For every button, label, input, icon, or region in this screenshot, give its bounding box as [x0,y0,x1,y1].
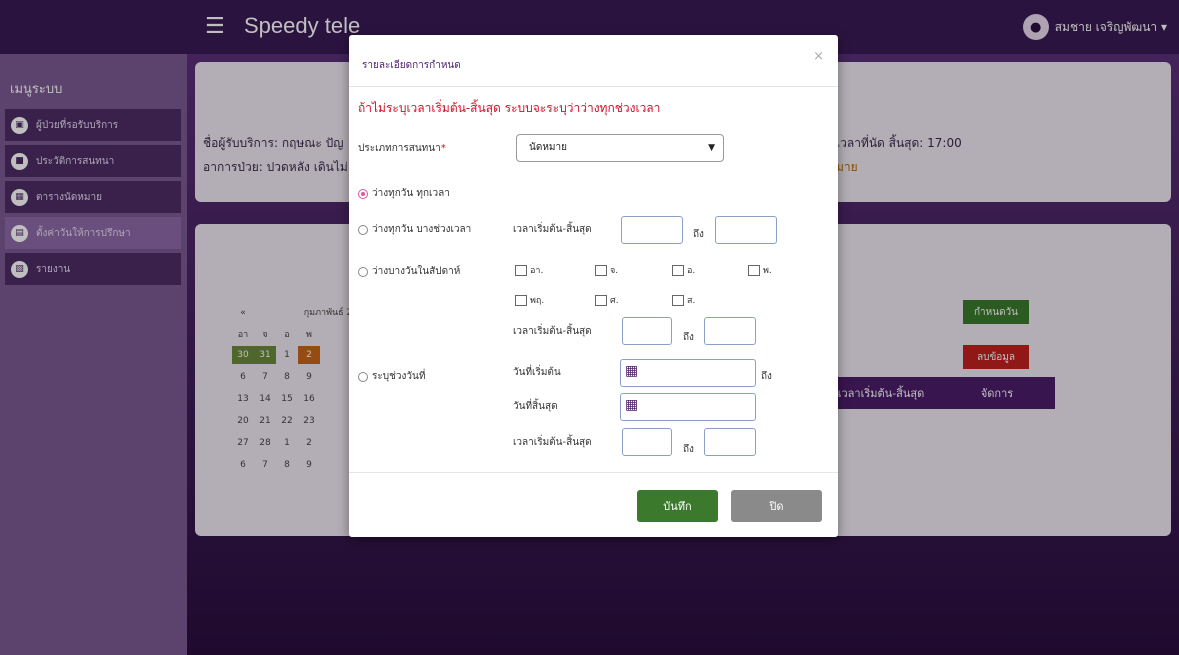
modal-title: รายละเอียดการกำหนด [362,60,461,71]
radio-label: ระบุช่วงวันที่ [372,371,426,382]
time-range-label: เวลาเริ่มต้น-สิ้นสุด [513,437,592,448]
checkbox [748,264,760,276]
checkbox [595,264,607,276]
consult-type-value: นัดหมาย [529,142,567,153]
day-checkbox-thu[interactable]: พฤ. [515,293,544,307]
checkbox [595,294,607,306]
schedule-detail-modal: รายละเอียดการกำหนด × ถ้าไม่ระบุเวลาเริ่ม… [349,35,838,537]
radio-some-time[interactable]: ว่างทุกวัน บางช่วงเวลา [358,222,471,237]
modal-footer-divider [349,472,838,473]
radio-date-range[interactable]: ระบุช่วงวันที่ [358,369,425,384]
consult-type-label: ประเภทการสนทนา* [358,143,446,154]
start-date-label: วันที่เริ่มต้น [513,367,561,378]
radio-dot-selected [358,188,368,199]
checkbox [515,264,527,276]
day-checkbox-sat[interactable]: ส. [672,293,695,307]
to-label: ถึง [683,444,694,455]
start-date-input[interactable]: ▦ [620,359,756,387]
end-date-label: วันที่สิ้นสุด [513,401,558,412]
day-checkbox-wed[interactable]: พ. [748,263,772,277]
time-range-label: เวลาเริ่มต้น-สิ้นสุด [513,224,592,235]
radio-some-days[interactable]: ว่างบางวันในสัปดาห์ [358,264,460,279]
chevron-down-icon: ▼ [708,143,715,153]
radio-all-day[interactable]: ว่างทุกวัน ทุกเวลา [358,186,450,201]
start-time-input[interactable] [621,216,683,244]
end-time-input[interactable] [715,216,777,244]
close-icon[interactable]: × [813,49,824,64]
start-time-input[interactable] [622,428,672,456]
radio-label: ว่างทุกวัน ทุกเวลา [372,188,450,199]
calendar-icon[interactable]: ▦ [625,397,638,413]
radio-dot [358,266,368,277]
to-label: ถึง [761,371,772,382]
day-checkbox-sun[interactable]: อา. [515,263,543,277]
checkbox [672,294,684,306]
end-date-input[interactable]: ▦ [620,393,756,421]
radio-dot [358,371,368,382]
checkbox [515,294,527,306]
consult-type-select[interactable]: นัดหมาย ▼ [516,134,724,162]
radio-label: ว่างทุกวัน บางช่วงเวลา [372,224,472,235]
to-label: ถึง [693,229,704,240]
save-button[interactable]: บันทึก [637,490,718,522]
radio-label: ว่างบางวันในสัปดาห์ [372,266,461,277]
day-checkbox-tue[interactable]: อ. [672,263,695,277]
end-time-input[interactable] [704,428,756,456]
required-mark: * [440,143,446,154]
modal-header: รายละเอียดการกำหนด × [349,35,838,87]
day-checkbox-fri[interactable]: ศ. [595,293,619,307]
to-label: ถึง [683,332,694,343]
time-range-label: เวลาเริ่มต้น-สิ้นสุด [513,326,592,337]
close-button[interactable]: ปิด [731,490,822,522]
checkbox [672,264,684,276]
start-time-input[interactable] [622,317,672,345]
warning-text: ถ้าไม่ระบุเวลาเริ่มต้น-สิ้นสุด ระบบจะระบ… [358,101,661,115]
calendar-icon[interactable]: ▦ [625,363,638,379]
day-checkbox-mon[interactable]: จ. [595,263,618,277]
radio-dot [358,224,368,235]
end-time-input[interactable] [704,317,756,345]
